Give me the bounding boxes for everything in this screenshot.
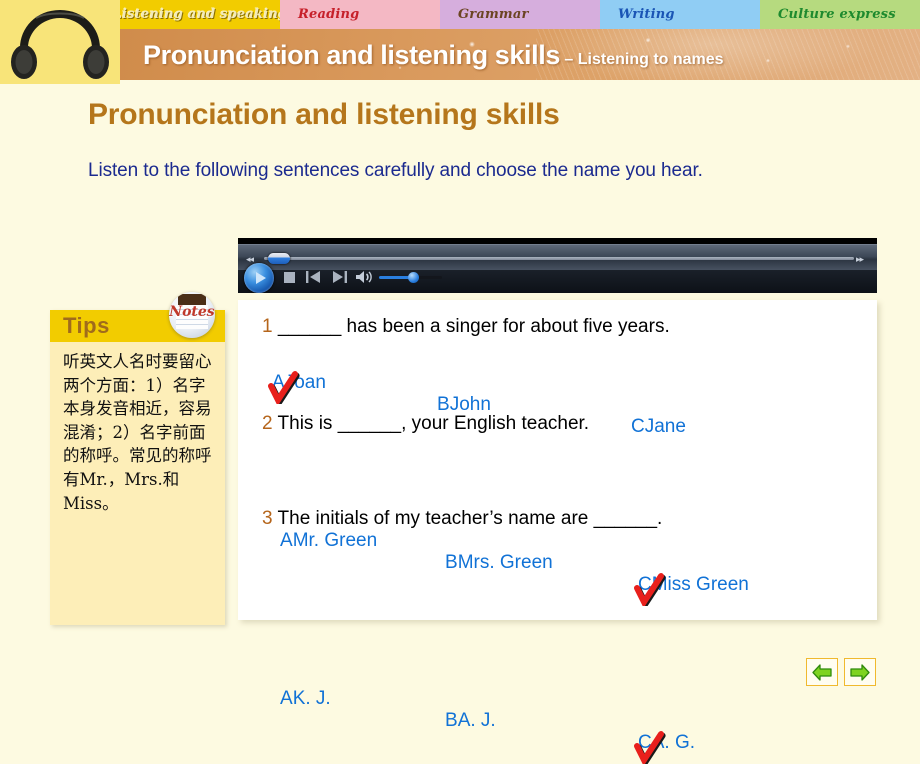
next-slide-button[interactable] bbox=[844, 658, 876, 686]
option-text: K. J. bbox=[292, 688, 331, 709]
question-number: 2 bbox=[262, 413, 278, 434]
option-text: Jane bbox=[644, 416, 686, 437]
notes-badge-label: Notes bbox=[169, 304, 215, 320]
option-letter: B bbox=[445, 710, 458, 731]
option-1-C[interactable]: C Jane bbox=[631, 416, 920, 438]
tips-box: Tips 听英文人名时要留心两个方面：1）名字本身发音相近，容易混淆；2）名字前… bbox=[50, 310, 225, 625]
player-seek-strip: ◂◂ ▸▸ bbox=[238, 244, 877, 271]
option-letter: C bbox=[631, 416, 645, 437]
check-mark-icon bbox=[268, 371, 300, 404]
tab-grammar[interactable]: Grammar bbox=[440, 0, 600, 29]
option-3-C[interactable]: C A. G. bbox=[634, 731, 920, 764]
option-2-C[interactable]: C Miss Green bbox=[634, 573, 920, 606]
logo-cell bbox=[0, 0, 120, 84]
tab-reading[interactable]: Reading bbox=[280, 0, 440, 29]
stop-button[interactable] bbox=[284, 272, 295, 283]
check-mark-icon bbox=[634, 731, 666, 764]
arrow-left-icon bbox=[812, 663, 832, 681]
check-mark-icon bbox=[634, 573, 666, 606]
tab-label: Listening and speaking bbox=[112, 7, 288, 22]
media-player[interactable]: ◂◂ ▸▸ bbox=[238, 238, 877, 293]
question-text: ______ has been a singer for about five … bbox=[277, 316, 670, 337]
volume-slider-thumb[interactable] bbox=[408, 272, 419, 283]
option-letter: A bbox=[280, 688, 293, 709]
tab-writing[interactable]: Writing bbox=[600, 0, 760, 29]
arrow-right-icon bbox=[850, 663, 870, 681]
option-2-A[interactable]: A Mr. Green bbox=[280, 530, 919, 552]
option-3-B[interactable]: B A. J. bbox=[445, 710, 920, 732]
option-text: Mr. Green bbox=[292, 530, 378, 551]
tab-culture-express[interactable]: Culture express bbox=[760, 0, 920, 29]
top-navigation: Listening and speaking Reading Grammar Writ… bbox=[0, 0, 920, 45]
question-2: 2 This is ______, your English teacher. bbox=[262, 413, 589, 435]
notes-badge: Notes bbox=[169, 292, 215, 338]
previous-slide-button[interactable] bbox=[806, 658, 838, 686]
question-text: The initials of my teacher’s name are __… bbox=[277, 508, 663, 529]
option-3-A[interactable]: A K. J. bbox=[280, 688, 919, 710]
slide-navigation bbox=[806, 658, 876, 686]
option-1-A[interactable]: A Joan bbox=[268, 371, 911, 404]
option-letter: B bbox=[445, 552, 458, 573]
question-3: 3 The initials of my teacher’s name are … bbox=[262, 508, 662, 530]
option-text: A. J. bbox=[457, 710, 496, 731]
headphones-icon bbox=[11, 10, 109, 79]
banner-title: Pronunciation and listening skills – Lis… bbox=[143, 40, 724, 71]
play-button[interactable] bbox=[244, 263, 274, 293]
play-icon bbox=[256, 272, 266, 284]
instruction-text: Listen to the following sentences carefu… bbox=[88, 160, 703, 181]
option-letter: A bbox=[280, 530, 293, 551]
question-text: This is ______, your English teacher. bbox=[277, 413, 590, 434]
tips-body: 听英文人名时要留心两个方面：1）名字本身发音相近，容易混淆；2）名字前面的称呼。… bbox=[63, 352, 212, 513]
question-number: 1 bbox=[262, 316, 278, 337]
volume-icon[interactable] bbox=[355, 270, 375, 284]
banner-title-dash: – bbox=[559, 51, 578, 68]
tab-label: Reading bbox=[298, 7, 360, 22]
tab-label: Writing bbox=[618, 7, 675, 22]
tips-title: Tips bbox=[63, 313, 110, 338]
option-text: Mrs. Green bbox=[457, 552, 553, 573]
banner-subtitle: Listening to names bbox=[577, 51, 724, 68]
seek-slider-track[interactable] bbox=[264, 257, 854, 260]
page-title: Pronunciation and listening skills bbox=[88, 98, 560, 131]
previous-track-button[interactable] bbox=[306, 270, 322, 284]
question-number: 3 bbox=[262, 508, 278, 529]
question-1: 1 ______ has been a singer for about fiv… bbox=[262, 316, 670, 338]
option-2-B[interactable]: B Mrs. Green bbox=[445, 552, 920, 574]
exercise-panel: 1 ______ has been a singer for about fiv… bbox=[238, 300, 877, 764]
option-text: Miss Green bbox=[651, 574, 749, 595]
tab-listening-and-speaking[interactable]: Listening and speaking bbox=[113, 0, 287, 45]
next-track-button[interactable] bbox=[331, 270, 347, 284]
banner-title-main: Pronunciation and listening skills bbox=[143, 40, 560, 70]
section-banner: Pronunciation and listening skills – Lis… bbox=[120, 29, 920, 80]
tab-label: Grammar bbox=[458, 7, 529, 22]
fast-forward-icon[interactable]: ▸▸ bbox=[856, 254, 864, 265]
seek-slider-thumb[interactable] bbox=[268, 253, 290, 264]
tab-label: Culture express bbox=[778, 7, 896, 22]
